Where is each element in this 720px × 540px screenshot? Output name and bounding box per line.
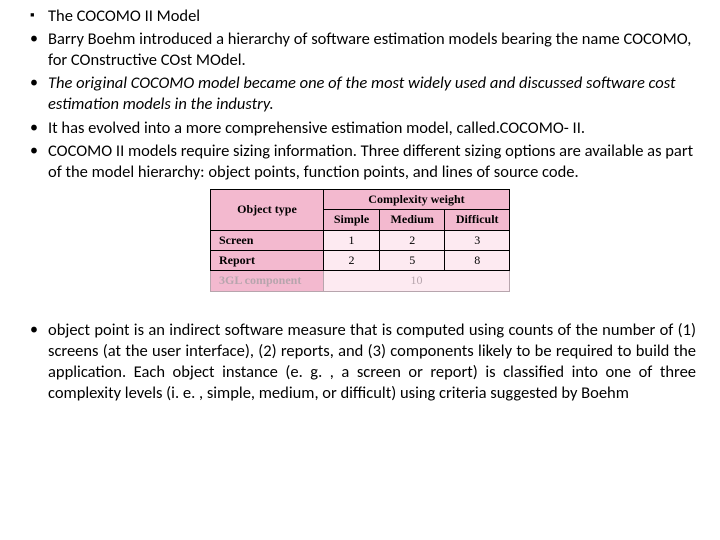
paragraph-list: object point is an indirect software mea… [24,320,696,404]
table-row: 3GL component 10 [211,271,510,291]
row-label: Report [211,250,324,270]
th-complexity: Complexity weight [323,189,509,209]
bullet-item: The original COCOMO model became one of … [24,73,696,115]
cell: 5 [380,250,445,270]
cell: 10 [323,271,509,291]
cell: 3 [445,230,510,250]
table-row: Screen 1 2 3 [211,230,510,250]
cell: 8 [445,250,510,270]
bullet-list: The COCOMO II Model Barry Boehm introduc… [24,6,696,183]
bullet-text: The original COCOMO model became one of … [48,73,676,114]
complexity-table: Object type Complexity weight Simple Med… [210,189,510,292]
th-difficult: Difficult [445,210,510,230]
paragraph-item: object point is an indirect software mea… [24,320,696,404]
cell: 2 [323,250,379,270]
th-simple: Simple [323,210,379,230]
th-object-type: Object type [211,189,324,230]
complexity-table-wrap: Object type Complexity weight Simple Med… [210,189,510,292]
cell: 2 [380,230,445,250]
bullet-item: Barry Boehm introduced a hierarchy of so… [24,29,696,71]
th-medium: Medium [380,210,445,230]
row-label: 3GL component [211,271,324,291]
bullet-item: COCOMO II models require sizing informat… [24,141,696,183]
bullet-item: It has evolved into a more comprehensive… [24,118,696,139]
cell: 1 [323,230,379,250]
row-label: Screen [211,230,324,250]
bullet-item: The COCOMO II Model [24,6,696,27]
table-row: Report 2 5 8 [211,250,510,270]
